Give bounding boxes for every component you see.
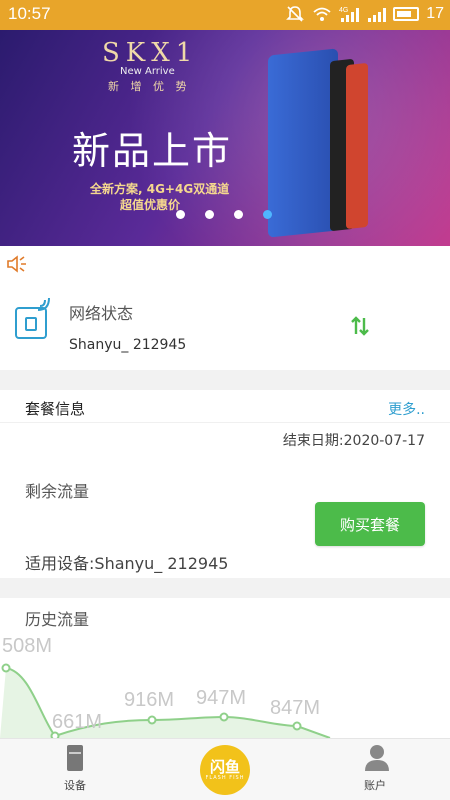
brand-logo-text: 闪鱼	[209, 757, 240, 776]
network-status-title: 网络状态	[69, 304, 134, 323]
app-screen: 10:57 4G 17 SKX1 New Arrive 新 增 优 势 新品上市…	[0, 0, 450, 800]
data-transfer-icon	[348, 314, 372, 338]
banner-headline: 新品上市	[72, 129, 233, 173]
carousel-dot[interactable]	[176, 210, 185, 219]
carousel-dot-active[interactable]	[263, 210, 272, 219]
end-date-value: 2020-07-17	[343, 433, 425, 449]
product-image-blue	[268, 48, 338, 238]
network-status-card[interactable]: 网络状态 Shanyu_ 212945	[0, 282, 450, 370]
network-device-name: Shanyu_ 212945	[69, 337, 187, 353]
history-data-label: 508M	[2, 635, 52, 657]
product-image-red	[346, 62, 368, 230]
history-data-label: 661M	[52, 711, 102, 733]
end-date-label: 结束日期:	[282, 433, 344, 449]
divider	[0, 422, 450, 423]
carousel-dot[interactable]	[205, 210, 214, 219]
device-label: 适用设备:	[25, 554, 95, 573]
router-device-icon	[14, 296, 54, 340]
brand-logo-subtext: FLASH FISH	[205, 774, 245, 781]
banner-subtitle: New Arrive	[120, 66, 175, 77]
speaker-icon	[6, 254, 30, 274]
battery-level: 17	[426, 5, 444, 22]
notice-row[interactable]	[0, 246, 450, 282]
banner-brand: SKX1	[102, 38, 199, 68]
signal-icon	[366, 5, 387, 23]
battery-icon	[393, 7, 420, 21]
history-data-point[interactable]	[292, 721, 302, 731]
history-data-point[interactable]	[1, 663, 11, 673]
carousel-dot[interactable]	[234, 210, 243, 219]
history-usage-chart: 508M 661M 916M 947M 847M	[0, 635, 331, 738]
promo-banner[interactable]: SKX1 New Arrive 新 增 优 势 新品上市 全新方案, 4G+4G…	[0, 30, 450, 246]
carousel-dots	[176, 210, 272, 219]
status-bar: 10:57 4G 17	[0, 0, 450, 30]
remaining-data-label: 剩余流量	[25, 482, 90, 501]
device-name: Shanyu_ 212945	[94, 554, 229, 573]
banner-tagline-price: 超值优惠价	[120, 198, 181, 212]
history-data-point[interactable]	[147, 715, 157, 725]
banner-subtitle-cn: 新 增 优 势	[108, 80, 191, 93]
user-icon	[365, 743, 389, 773]
mute-icon	[285, 5, 305, 23]
wifi-icon	[312, 5, 332, 23]
plan-more-link[interactable]: 更多..	[388, 399, 425, 419]
nav-home-logo[interactable]: 闪鱼 FLASH FISH	[200, 745, 250, 795]
history-data-label: 847M	[270, 697, 320, 719]
plan-end-date: 结束日期:2020-07-17	[283, 430, 425, 450]
applicable-device: 适用设备:Shanyu_ 212945	[25, 550, 228, 574]
banner-tagline: 全新方案, 4G+4G双通道	[90, 182, 230, 196]
nav-account-label: 账户	[364, 779, 386, 792]
buy-plan-button[interactable]: 购买套餐	[315, 502, 425, 546]
bottom-nav: 设备 闪鱼 FLASH FISH 账户	[0, 738, 450, 800]
history-usage-title: 历史流量	[25, 610, 90, 629]
plan-info-title: 套餐信息	[25, 400, 86, 418]
status-icons: 4G 17	[285, 5, 444, 23]
history-data-label: 916M	[124, 689, 174, 711]
plan-info-card: 套餐信息 更多.. 结束日期:2020-07-17 剩余流量 购买套餐 适用设备…	[0, 390, 450, 578]
signal-4g-text: 4G	[339, 7, 348, 14]
nav-device[interactable]: 设备	[30, 739, 120, 800]
nav-device-label: 设备	[64, 779, 86, 792]
history-data-point[interactable]	[219, 712, 229, 722]
history-usage-card: 历史流量 508M 661M 916M 947M 847M	[0, 598, 450, 738]
status-time: 10:57	[8, 4, 51, 23]
device-icon	[65, 743, 85, 773]
history-data-label: 947M	[196, 687, 246, 709]
signal-4g-icon: 4G	[339, 5, 360, 23]
nav-account[interactable]: 账户	[330, 739, 420, 800]
